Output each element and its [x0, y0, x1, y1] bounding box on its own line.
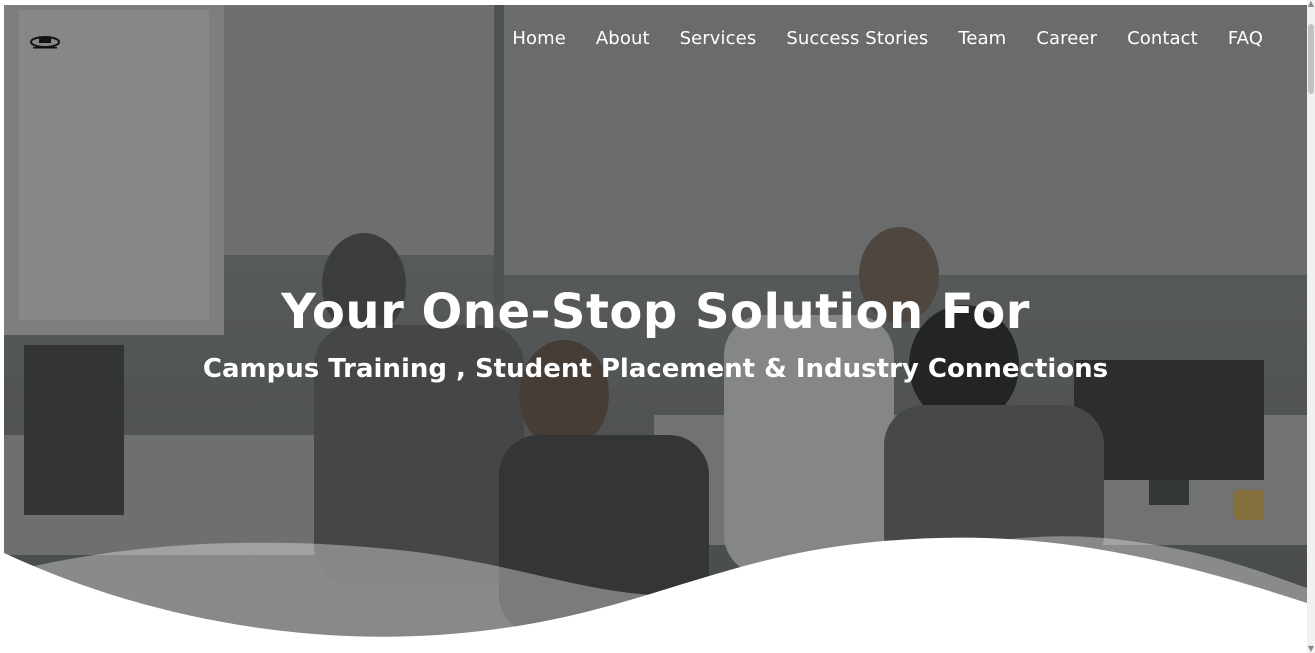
scroll-down-icon[interactable]: ▼ [1307, 645, 1315, 653]
nav-item-services[interactable]: Services [680, 27, 757, 51]
logo-icon[interactable] [29, 33, 61, 49]
hero-title: Your One-Stop Solution For [281, 284, 1030, 340]
scroll-up-icon[interactable]: ▲ [1307, 0, 1315, 8]
wave-divider [4, 536, 1307, 653]
hero-subtitle: Campus Training , Student Placement & In… [202, 354, 1109, 384]
nav-item-success-stories[interactable]: Success Stories [786, 27, 928, 51]
page-viewport: Home About Services Success Stories Team… [0, 0, 1315, 653]
nav-item-home[interactable]: Home [512, 27, 566, 51]
nav-item-contact[interactable]: Contact [1127, 27, 1198, 51]
page-scrollbar[interactable]: ▲ ▼ [1307, 0, 1315, 653]
main-navigation: Home About Services Success Stories Team… [512, 27, 1263, 51]
nav-item-team[interactable]: Team [958, 27, 1006, 51]
nav-item-faq[interactable]: FAQ [1228, 27, 1263, 51]
nav-item-about[interactable]: About [596, 27, 650, 51]
nav-item-career[interactable]: Career [1036, 27, 1097, 51]
scrollbar-thumb[interactable] [1308, 24, 1314, 94]
hero-banner: Home About Services Success Stories Team… [4, 5, 1307, 653]
